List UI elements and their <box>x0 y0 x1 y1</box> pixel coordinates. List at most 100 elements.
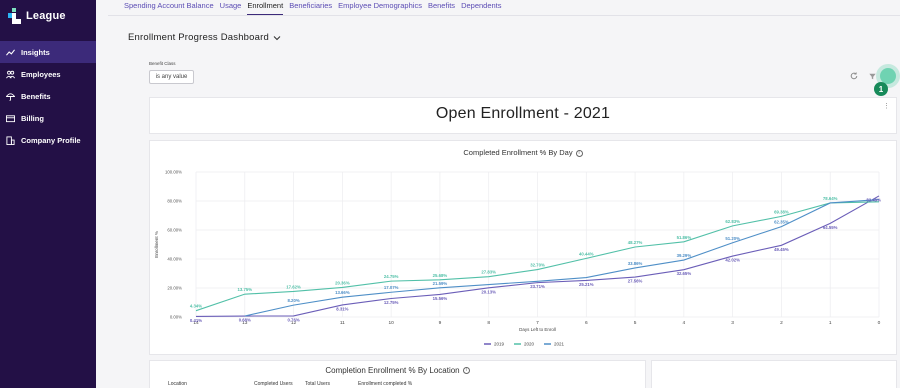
tab-employee-demographics[interactable]: Employee Demographics <box>338 0 422 15</box>
tab-enrollment[interactable]: Enrollment <box>247 0 284 15</box>
x-tick-label: 4 <box>683 320 686 326</box>
chevron-down-icon <box>273 35 281 40</box>
series-line-2021 <box>244 199 880 317</box>
data-label: 42.02% <box>725 258 740 263</box>
x-tick-label: 8 <box>487 320 490 326</box>
data-label: 78.64% <box>823 196 838 201</box>
data-label: 51.86% <box>677 235 692 240</box>
tab-dependents[interactable]: Dependents <box>461 0 501 15</box>
data-label: 0.68% <box>239 318 251 323</box>
y-tick-label: 100.00% <box>165 170 182 175</box>
enrollment-by-day-chart-card: Completed Enrollment % By Day i 0.00% 20.0… <box>149 140 897 355</box>
data-label: 64.55% <box>823 225 838 230</box>
data-label: 17.07% <box>384 285 399 290</box>
data-label: 49.45% <box>774 247 789 252</box>
sidebar-item-label: Company Profile <box>21 135 81 145</box>
data-label: 48.27% <box>628 240 643 245</box>
data-label: 32.70% <box>530 263 545 268</box>
legend-label: 2019 <box>494 342 505 347</box>
x-axis-label: Days Left to Enroll <box>519 327 556 332</box>
data-label: 25.21% <box>579 282 594 287</box>
legend-label: 2020 <box>524 342 535 347</box>
info-icon[interactable]: i <box>462 367 470 375</box>
data-label: 83.49% <box>866 197 881 202</box>
trend-icon <box>6 48 15 57</box>
data-label: 40.44% <box>579 251 594 256</box>
data-label: 15.56% <box>433 296 448 301</box>
y-tick-label: 20.00% <box>167 286 182 291</box>
sidebar-item-billing[interactable]: Billing <box>0 107 96 129</box>
data-label: 62.83% <box>725 219 740 224</box>
location-table-card: Completion Enrollment % By Location i Loc… <box>149 360 646 388</box>
legend-label: 2021 <box>554 342 565 347</box>
data-label: 21.59% <box>433 281 448 286</box>
league-logo[interactable]: League <box>8 8 66 24</box>
tab-benefits[interactable]: Benefits <box>428 0 455 15</box>
dashboard-title-text: Enrollment Progress Dashboard <box>128 32 269 43</box>
data-label: 20.13% <box>481 289 496 294</box>
x-tick-label: 10 <box>388 320 394 326</box>
step-badge: 1 <box>874 82 888 96</box>
building-icon <box>6 135 15 145</box>
benefit-class-filter[interactable]: is any value <box>149 70 194 84</box>
data-label: 27.83% <box>481 270 496 275</box>
y-axis-label: Enrollment % <box>154 231 159 258</box>
sidebar-item-benefits[interactable]: Benefits <box>0 85 96 107</box>
filter-label: Benefit Class <box>149 61 176 66</box>
column-header-total-users[interactable]: Total Users <box>305 381 330 387</box>
tab-spending-account-balance[interactable]: Spending Account Balance <box>124 0 214 15</box>
sidebar-item-label: Employees <box>21 69 61 79</box>
data-label: 23.71% <box>530 284 545 289</box>
x-tick-label: 6 <box>585 320 588 326</box>
people-icon <box>6 70 15 79</box>
location-card-title: Completion Enrollment % By Location i <box>150 366 645 375</box>
data-label: 13.66% <box>335 290 350 295</box>
data-label: 4.34% <box>190 304 202 309</box>
sidebar-nav: Insights Employees Benefits Billing Comp… <box>0 41 96 151</box>
sidebar-item-company-profile[interactable]: Company Profile <box>0 129 96 151</box>
sidebar-item-label: Insights <box>21 47 50 57</box>
x-tick-label: 5 <box>634 320 637 326</box>
sidebar-item-employees[interactable]: Employees <box>0 63 96 85</box>
y-tick-label: 0.00% <box>170 315 182 320</box>
data-label: 32.65% <box>677 271 692 276</box>
dashboard-title[interactable]: Enrollment Progress Dashboard <box>128 32 281 43</box>
x-tick-label: 3 <box>731 320 734 326</box>
data-label: 27.56% <box>628 279 643 284</box>
league-logo-icon <box>8 8 21 24</box>
tab-beneficiaries[interactable]: Beneficiaries <box>289 0 332 15</box>
data-label: 51.20% <box>725 236 740 241</box>
column-header-location[interactable]: Location <box>168 381 187 387</box>
more-options-icon[interactable]: ⋮ <box>883 102 890 110</box>
tab-usage[interactable]: Usage <box>220 0 242 15</box>
x-tick-label: 9 <box>439 320 442 326</box>
y-tick-label: 40.00% <box>167 257 182 262</box>
column-header-enrollment-completed[interactable]: Enrollment completed % <box>358 381 412 387</box>
tab-bar: Spending Account Balance Usage Enrollmen… <box>124 0 502 15</box>
data-label: 20.36% <box>335 280 350 285</box>
sidebar-item-insights[interactable]: Insights <box>0 41 96 63</box>
y-tick-label: 80.00% <box>167 199 182 204</box>
x-tick-label: 0 <box>878 320 881 326</box>
data-label: 24.75% <box>384 274 399 279</box>
data-label: 13.75% <box>237 287 252 292</box>
data-label: 69.38% <box>774 209 789 214</box>
data-label: 25.68% <box>433 273 448 278</box>
card-icon <box>6 114 15 123</box>
data-label: 12.75% <box>384 300 399 305</box>
y-tick-label: 60.00% <box>167 228 182 233</box>
data-label: 0.76% <box>287 317 299 322</box>
logo-text: League <box>26 10 66 22</box>
refresh-icon[interactable] <box>850 72 858 80</box>
title-tile-text: Open Enrollment - 2021 <box>435 105 611 122</box>
column-header-completed-users[interactable]: Completed Users <box>254 381 293 387</box>
data-label: 62.35% <box>774 220 789 225</box>
data-label: 33.86% <box>628 261 643 266</box>
location-card-title-text: Completion Enrollment % By Location <box>325 366 460 375</box>
data-label: 17.62% <box>286 284 301 289</box>
sidebar: League Insights Employees Benefits Billi… <box>0 0 96 388</box>
filter-icon[interactable] <box>869 73 876 80</box>
data-label: 8.31% <box>336 306 348 311</box>
title-tile: Open Enrollment - 2021 ⋮ <box>149 97 897 134</box>
data-label: 8.20% <box>287 298 299 303</box>
